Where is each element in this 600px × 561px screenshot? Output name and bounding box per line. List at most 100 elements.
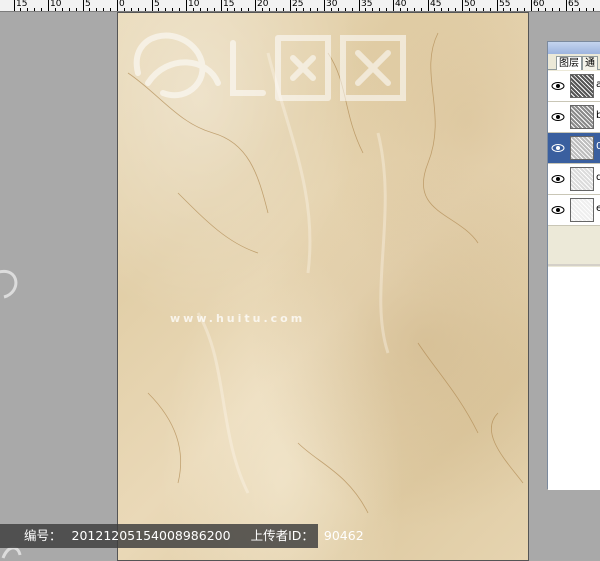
ruler-tick: [428, 0, 429, 11]
ruler-label: 15: [16, 0, 28, 9]
ruler-label: 10: [50, 0, 62, 9]
layer-row[interactable]: d: [548, 164, 600, 195]
ruler-tick: [276, 8, 277, 11]
ruler-tick: [310, 8, 311, 11]
panel-empty-area: [548, 267, 600, 490]
ruler-tick: [145, 8, 146, 11]
ruler-tick: [359, 0, 360, 11]
ruler-tick: [110, 8, 111, 11]
layer-name: d: [596, 172, 600, 183]
layer-thumbnail[interactable]: [570, 167, 594, 191]
ruler-label: 5: [154, 0, 160, 9]
ruler-tick: [48, 0, 49, 11]
ruler-label: 55: [499, 0, 511, 9]
ruler-tick: [476, 8, 477, 11]
ruler-tick: [152, 0, 153, 11]
ruler-tick: [138, 8, 139, 11]
ruler-label: 35: [361, 0, 373, 9]
layer-thumbnail[interactable]: [570, 136, 594, 160]
ruler-label: 65: [568, 0, 580, 9]
ruler-tick: [283, 8, 284, 11]
layer-thumbnail[interactable]: [570, 74, 594, 98]
ruler-tick: [14, 0, 15, 11]
watermark-url: www.huitu.com: [170, 312, 306, 325]
ruler-tick: [200, 8, 201, 11]
tab-layers[interactable]: 图层: [556, 56, 582, 70]
ruler-tick: [559, 8, 560, 11]
panel-divider: [548, 264, 600, 266]
ruler-tick: [324, 0, 325, 11]
ruler-tick: [255, 0, 256, 11]
layer-name: b: [596, 110, 600, 121]
visibility-eye-icon[interactable]: [551, 204, 565, 216]
image-caption: 编号： 20121205154008986200 上传者ID： 90462: [0, 524, 364, 548]
layer-row[interactable]: b: [548, 102, 600, 133]
ruler-tick: [379, 8, 380, 11]
horizontal-ruler[interactable]: 15 10 5 0 5 10 15 20 25 30 35 40 45 50 55 60 65: [0, 0, 600, 12]
ruler-tick: [34, 8, 35, 11]
layer-thumbnail[interactable]: [570, 105, 594, 129]
layer-thumbnail[interactable]: [570, 198, 594, 222]
panel-tabs: 图层 通: [548, 55, 600, 70]
ruler-tick: [386, 8, 387, 11]
ruler-tick: [172, 8, 173, 11]
ruler-tick: [221, 0, 222, 11]
layer-name: e: [596, 203, 600, 214]
ruler-tick: [497, 0, 498, 11]
ruler-label: 30: [326, 0, 338, 9]
ruler-tick: [393, 0, 394, 11]
ruler-tick: [207, 8, 208, 11]
id-text: 编号： 20121205154008986200: [24, 528, 231, 543]
ruler-label: 15: [223, 0, 235, 9]
ruler-tick: [593, 8, 594, 11]
ruler-tick: [269, 8, 270, 11]
layer-row[interactable]: 0: [548, 133, 600, 164]
visibility-eye-icon[interactable]: [551, 173, 565, 185]
visibility-eye-icon[interactable]: [551, 142, 565, 154]
visibility-eye-icon[interactable]: [551, 111, 565, 123]
layers-panel[interactable]: 图层 通 a b 0 d e: [547, 41, 600, 490]
ruler-tick: [317, 8, 318, 11]
ruler-tick: [165, 8, 166, 11]
layer-row[interactable]: a: [548, 71, 600, 102]
tab-channels[interactable]: 通: [582, 56, 598, 70]
ruler-tick: [414, 8, 415, 11]
ruler-label: 5: [85, 0, 91, 9]
panel-titlebar[interactable]: [548, 42, 600, 54]
ruler-tick: [83, 0, 84, 11]
ruler-tick: [103, 8, 104, 11]
ruler-tick: [69, 8, 70, 11]
ruler-tick: [407, 8, 408, 11]
ruler-label: 45: [430, 0, 442, 9]
ruler-tick: [524, 8, 525, 11]
ruler-tick: [179, 8, 180, 11]
ruler-tick: [545, 8, 546, 11]
ruler-tick: [214, 8, 215, 11]
ruler-tick: [117, 0, 118, 11]
ruler-tick: [448, 8, 449, 11]
ruler-label: 10: [188, 0, 200, 9]
layer-name: 0: [596, 141, 600, 152]
ruler-tick: [338, 8, 339, 11]
ruler-label: 50: [464, 0, 476, 9]
ruler-tick: [131, 8, 132, 11]
ruler-tick: [421, 8, 422, 11]
ruler-tick: [345, 8, 346, 11]
ruler-tick: [62, 8, 63, 11]
ruler-tick: [586, 8, 587, 11]
ruler-tick: [41, 8, 42, 11]
ruler-label: 25: [292, 0, 304, 9]
layer-name: a: [596, 79, 600, 90]
layer-row[interactable]: e: [548, 195, 600, 226]
uploader-text: 上传者ID： 90462: [250, 528, 364, 543]
ruler-tick: [455, 8, 456, 11]
ruler-tick: [566, 0, 567, 11]
document-canvas[interactable]: [117, 12, 529, 561]
ruler-tick: [462, 0, 463, 11]
ruler-tick: [490, 8, 491, 11]
visibility-eye-icon[interactable]: [551, 80, 565, 92]
ruler-tick: [531, 0, 532, 11]
ruler-tick: [290, 0, 291, 11]
ruler-tick: [76, 8, 77, 11]
ruler-tick: [248, 8, 249, 11]
